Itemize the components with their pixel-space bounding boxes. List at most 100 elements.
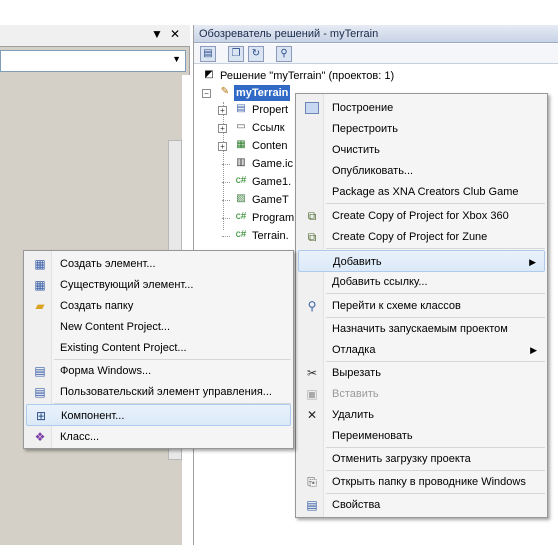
menu-item-label: Открыть папку в проводнике Windows [332,476,526,488]
menu-item-copy-xbox[interactable]: ⧉ Create Copy of Project for Xbox 360 [298,205,545,227]
menu-item-package-xna[interactable]: Package as XNA Creators Club Game [298,181,545,203]
form-icon: ▤ [34,364,46,378]
expand-icon[interactable]: + [218,106,227,115]
menu-item-add-reference[interactable]: Добавить ссылку... [298,271,545,293]
tree-item-label: Conten [252,140,288,152]
submenu-arrow-icon: ▶ [529,257,536,267]
expand-icon[interactable]: + [218,124,227,133]
tree-item[interactable]: + ▤ Propert [218,102,298,118]
solution-explorer-title: Обозреватель решений - myTerrain [194,25,558,43]
folder-open-icon: ⎘ [307,475,317,489]
show-all-files-icon[interactable]: ❐ [228,46,244,62]
view-class-diagram-icon[interactable]: ⚲ [276,46,292,62]
object-selector-combo[interactable]: ▼ [0,50,186,72]
menu-item-class[interactable]: ❖ Класс... [26,426,291,448]
menu-item-label: Очистить [332,144,380,156]
properties-icon: ▤ [306,498,318,512]
menu-item-add[interactable]: Добавить ▶ [298,250,545,272]
menu-item-existing-item[interactable]: ▦ Существующий элемент... [26,274,291,296]
solution-explorer-toolbar: ▤ ❐ ↻ ⚲ [194,44,558,64]
tree-item-label: Program [252,212,295,224]
folder-icon: ▰ [35,299,45,313]
tree-connector [222,200,230,201]
close-icon[interactable]: ✕ [168,27,182,41]
delete-icon: ✕ [306,408,318,422]
solution-label: Решение "myTerrain" (проектов: 1) [220,70,395,82]
menu-item-paste[interactable]: ▣ Вставить [298,383,545,405]
menu-item-copy-zune[interactable]: ⧉ Create Copy of Project for Zune [298,226,545,248]
menu-item-set-startup[interactable]: Назначить запускаемым проектом [298,318,545,340]
menu-item-label: Create Copy of Project for Zune [332,231,488,243]
tree-connector [222,164,230,165]
menu-item-label: Создать элемент... [60,258,156,270]
menu-item-publish[interactable]: Опубликовать... [298,160,545,182]
tree-item[interactable]: ▥ Game.ic [218,156,298,172]
menu-item-new-content-project[interactable]: New Content Project... [26,316,291,338]
tree-item[interactable]: c# Terrain. [218,228,298,244]
refresh-icon[interactable]: ↻ [248,46,264,62]
project-icon: ✎ [220,86,230,97]
existing-item-icon: ▦ [34,278,46,292]
menu-item-label: Компонент... [61,410,125,422]
menu-item-label: Построение [332,102,394,114]
menu-item-delete[interactable]: ✕ Удалить [298,404,545,426]
solution-icon: ◩ [204,69,214,80]
menu-item-existing-content-project[interactable]: Existing Content Project... [26,337,291,359]
chevron-down-icon[interactable]: ▼ [172,54,181,64]
menu-item-new-folder[interactable]: ▰ Создать папку [26,295,291,317]
menu-item-properties[interactable]: ▤ Свойства [298,494,545,516]
csharp-file-icon: c# [235,211,247,222]
menu-item-rebuild[interactable]: Перестроить [298,118,545,140]
tree-item[interactable]: + ▦ Conten [218,138,298,154]
menu-item-label: Отменить загрузку проекта [332,453,471,465]
tree-item[interactable]: ▨ GameT [218,192,298,208]
left-tool-window-header: ▼ ✕ [0,25,190,47]
menu-item-build[interactable]: Построение [298,97,545,119]
submenu-arrow-icon: ▶ [530,345,537,355]
collapse-icon[interactable]: − [202,89,211,98]
tree-item[interactable]: c# Program [218,210,298,226]
properties-folder-icon: ▤ [236,103,246,114]
menu-item-label: Package as XNA Creators Club Game [332,186,519,198]
menu-item-open-folder[interactable]: ⎘ Открыть папку в проводнике Windows [298,471,545,493]
user-control-icon: ▤ [34,385,46,399]
class-diagram-icon: ⚲ [307,299,317,313]
menu-item-label: Вставить [332,388,379,400]
tree-solution-node[interactable]: ◩ Решение "myTerrain" (проектов: 1) [202,68,422,84]
menu-item-cut[interactable]: ✂ Вырезать [298,362,545,384]
menu-item-rename[interactable]: Переименовать [298,425,545,447]
menu-item-label: Отладка [332,344,376,356]
menu-item-label: Переименовать [332,430,413,442]
menu-item-label: Пользовательский элемент управления... [60,386,272,398]
tree-connector [222,218,230,219]
content-folder-icon: ▦ [236,139,246,150]
menu-item-user-control[interactable]: ▤ Пользовательский элемент управления... [26,381,291,403]
tree-item-label: Ссылк [252,122,285,134]
window-position-dropdown-icon[interactable]: ▼ [150,27,164,41]
csharp-file-icon: c# [235,229,247,240]
tree-item[interactable]: c# Game1. [218,174,298,190]
menu-item-windows-form[interactable]: ▤ Форма Windows... [26,360,291,382]
expand-icon[interactable]: + [218,142,227,151]
properties-toolbar-icon[interactable]: ▤ [200,46,216,62]
component-icon: ⊞ [35,409,47,423]
menu-item-unload-project[interactable]: Отменить загрузку проекта [298,448,545,470]
new-item-icon: ▦ [34,257,46,271]
menu-item-component[interactable]: ⊞ Компонент... [26,404,291,426]
tree-item[interactable]: + ▭ Ссылк [218,120,298,136]
menu-item-clean[interactable]: Очистить [298,139,545,161]
menu-item-new-item[interactable]: ▦ Создать элемент... [26,253,291,275]
project-context-menu: Построение Перестроить Очистить Опублико… [295,93,548,518]
menu-item-label: Существующий элемент... [60,279,194,291]
build-icon [304,100,320,116]
menu-item-debug[interactable]: Отладка ▶ [298,339,545,361]
tree-connector [222,182,230,183]
menu-item-label: Вырезать [332,367,381,379]
menu-item-label: Класс... [60,431,100,443]
menu-item-class-diagram[interactable]: ⚲ Перейти к схеме классов [298,295,545,317]
tree-item-label: Game1. [252,176,292,188]
menu-item-label: Форма Windows... [60,365,152,377]
menu-item-label: Перестроить [332,123,398,135]
menu-separator [326,203,545,204]
tree-item-label: Terrain. [252,230,289,242]
